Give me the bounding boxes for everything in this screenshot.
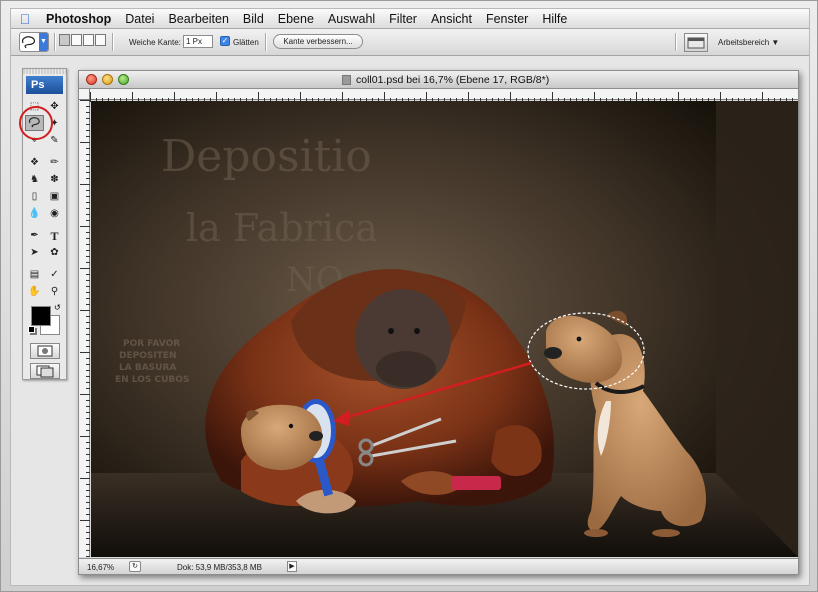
divider	[265, 33, 266, 51]
new-selection-icon[interactable]	[59, 34, 70, 46]
antialias-label: Glätten	[233, 38, 259, 47]
document-window: coll01.psd bei 16,7% (Ebene 17, RGB/8*)	[78, 70, 799, 575]
menu-filter[interactable]: Filter	[382, 12, 424, 26]
document-icon	[342, 75, 351, 85]
vertical-ruler-ticks	[80, 100, 90, 557]
feather-label: Weiche Kante:	[129, 38, 181, 47]
eyedropper-icon[interactable]: ✓	[45, 266, 64, 282]
wall-text-large-2: la Fabrica	[186, 206, 378, 250]
color-swatches: ↺	[27, 303, 62, 339]
menu-ebene[interactable]: Ebene	[271, 12, 321, 26]
type-tool-icon[interactable]: T	[45, 227, 64, 243]
image-canvas[interactable]: Depositio la Fabrica NO POR FAVOR DEPOSI…	[91, 101, 798, 557]
refine-edge-button[interactable]: Kante verbessern...	[273, 34, 363, 49]
apple-icon[interactable]: 	[11, 11, 39, 27]
document-size-info: Dok: 53,9 MB/353,8 MB	[177, 563, 262, 572]
antialias-checkbox[interactable]: ✓	[220, 36, 230, 46]
blur-tool-icon[interactable]: 💧	[25, 205, 44, 221]
ps-logo[interactable]: Ps	[26, 76, 63, 94]
hand-tool-icon[interactable]: ✋	[25, 283, 44, 299]
marquee-tool-icon[interactable]: ⬚	[25, 98, 44, 114]
swap-colors-icon[interactable]: ↺	[54, 303, 61, 312]
brush-tool-icon[interactable]: ✏	[45, 154, 64, 170]
close-button[interactable]	[86, 74, 97, 85]
foreground-color-swatch[interactable]	[31, 306, 51, 326]
menu-app[interactable]: Photoshop	[39, 12, 118, 26]
crop-tool-icon[interactable]: ⌖	[25, 132, 44, 148]
move-tool-icon[interactable]: ✥	[45, 98, 64, 114]
document-titlebar[interactable]: coll01.psd bei 16,7% (Ebene 17, RGB/8*)	[79, 71, 798, 89]
document-title: coll01.psd bei 16,7% (Ebene 17, RGB/8*)	[356, 74, 550, 86]
pen-tool-icon[interactable]: ✒	[25, 227, 44, 243]
status-bar: 16,67% ↻ Dok: 53,9 MB/353,8 MB ▶	[79, 558, 798, 574]
chevron-down-icon: ▼	[39, 33, 48, 51]
add-to-selection-icon[interactable]	[71, 34, 82, 46]
screen-mode-icon[interactable]	[29, 363, 60, 379]
minimize-button[interactable]	[102, 74, 113, 85]
menubar:  Photoshop Datei Bearbeiten Bild Ebene …	[11, 9, 809, 29]
screenshot-frame:  Photoshop Datei Bearbeiten Bild Ebene …	[0, 0, 818, 592]
options-bar: ▼ Weiche Kante: 1 Px ✓ Glätten Kante ver…	[11, 29, 809, 56]
red-comb	[451, 476, 501, 490]
menu-bearbeiten[interactable]: Bearbeiten	[161, 12, 235, 26]
menu-datei[interactable]: Datei	[118, 12, 161, 26]
dodge-tool-icon[interactable]: ◉	[45, 205, 64, 221]
selection-mode-group	[59, 34, 106, 46]
clone-stamp-icon[interactable]: ♞	[25, 171, 44, 187]
default-colors-icon[interactable]	[28, 326, 35, 333]
toolbox-grip[interactable]	[23, 69, 66, 74]
menu-fenster[interactable]: Fenster	[479, 12, 535, 26]
menu-ansicht[interactable]: Ansicht	[424, 12, 479, 26]
divider	[54, 33, 55, 51]
collage-artwork: Depositio la Fabrica NO POR FAVOR DEPOSI…	[91, 101, 798, 557]
intersect-selection-icon[interactable]	[95, 34, 106, 46]
photoshop-screen:  Photoshop Datei Bearbeiten Bild Ebene …	[11, 9, 809, 585]
subtract-from-selection-icon[interactable]	[83, 34, 94, 46]
zoom-button[interactable]	[118, 74, 129, 85]
healing-brush-icon[interactable]: ❖	[25, 154, 44, 170]
zoom-level[interactable]: 16,67%	[87, 563, 114, 572]
wall-text-small-1: POR FAVOR	[123, 339, 180, 349]
slice-tool-icon[interactable]: ✎	[45, 132, 64, 148]
vertical-ruler[interactable]	[79, 100, 90, 557]
menu-auswahl[interactable]: Auswahl	[321, 12, 382, 26]
custom-shape-icon[interactable]: ✿	[45, 244, 64, 260]
workspace-menu[interactable]: Arbeitsbereich ▼	[718, 38, 779, 47]
path-selection-icon[interactable]: ➤	[25, 244, 44, 260]
wall-text-small-2: DEPOSITEN	[119, 351, 177, 361]
menu-hilfe[interactable]: Hilfe	[535, 12, 574, 26]
lasso-tool-icon[interactable]	[25, 115, 44, 131]
quick-mask-icon[interactable]	[29, 343, 60, 359]
palette-well-icon	[687, 37, 705, 49]
ruler-origin[interactable]	[79, 89, 90, 100]
tool-preset-picker[interactable]: ▼	[19, 32, 49, 52]
divider	[675, 33, 676, 51]
status-menu-arrow-icon[interactable]: ▶	[287, 561, 297, 572]
toolbox: Ps ⬚ ✥ ✦ ⌖ ✎ ❖ ✏ ♞ ✽ ▯ ▣ 💧 ◉ ✒ T ➤ ✿ ▤ ✓…	[22, 68, 67, 380]
divider	[112, 33, 113, 51]
navigator-icon[interactable]: ↻	[129, 561, 141, 572]
feather-input[interactable]: 1 Px	[183, 35, 213, 48]
workspace-icon[interactable]	[684, 33, 708, 52]
wall-text-small-3: LA BASURA	[119, 363, 176, 373]
wall-text-small-4: EN LOS CUBOS	[115, 375, 189, 385]
zoom-tool-icon[interactable]: ⚲	[45, 283, 64, 299]
horizontal-ruler[interactable]	[90, 89, 798, 102]
menu-bild[interactable]: Bild	[236, 12, 271, 26]
gradient-tool-icon[interactable]: ▣	[45, 188, 64, 204]
eraser-tool-icon[interactable]: ▯	[25, 188, 44, 204]
magic-wand-icon[interactable]: ✦	[45, 115, 64, 131]
lasso-icon	[21, 36, 36, 49]
notes-tool-icon[interactable]: ▤	[25, 266, 44, 282]
wall-text-large-1: Depositio	[161, 131, 372, 182]
history-brush-icon[interactable]: ✽	[45, 171, 64, 187]
